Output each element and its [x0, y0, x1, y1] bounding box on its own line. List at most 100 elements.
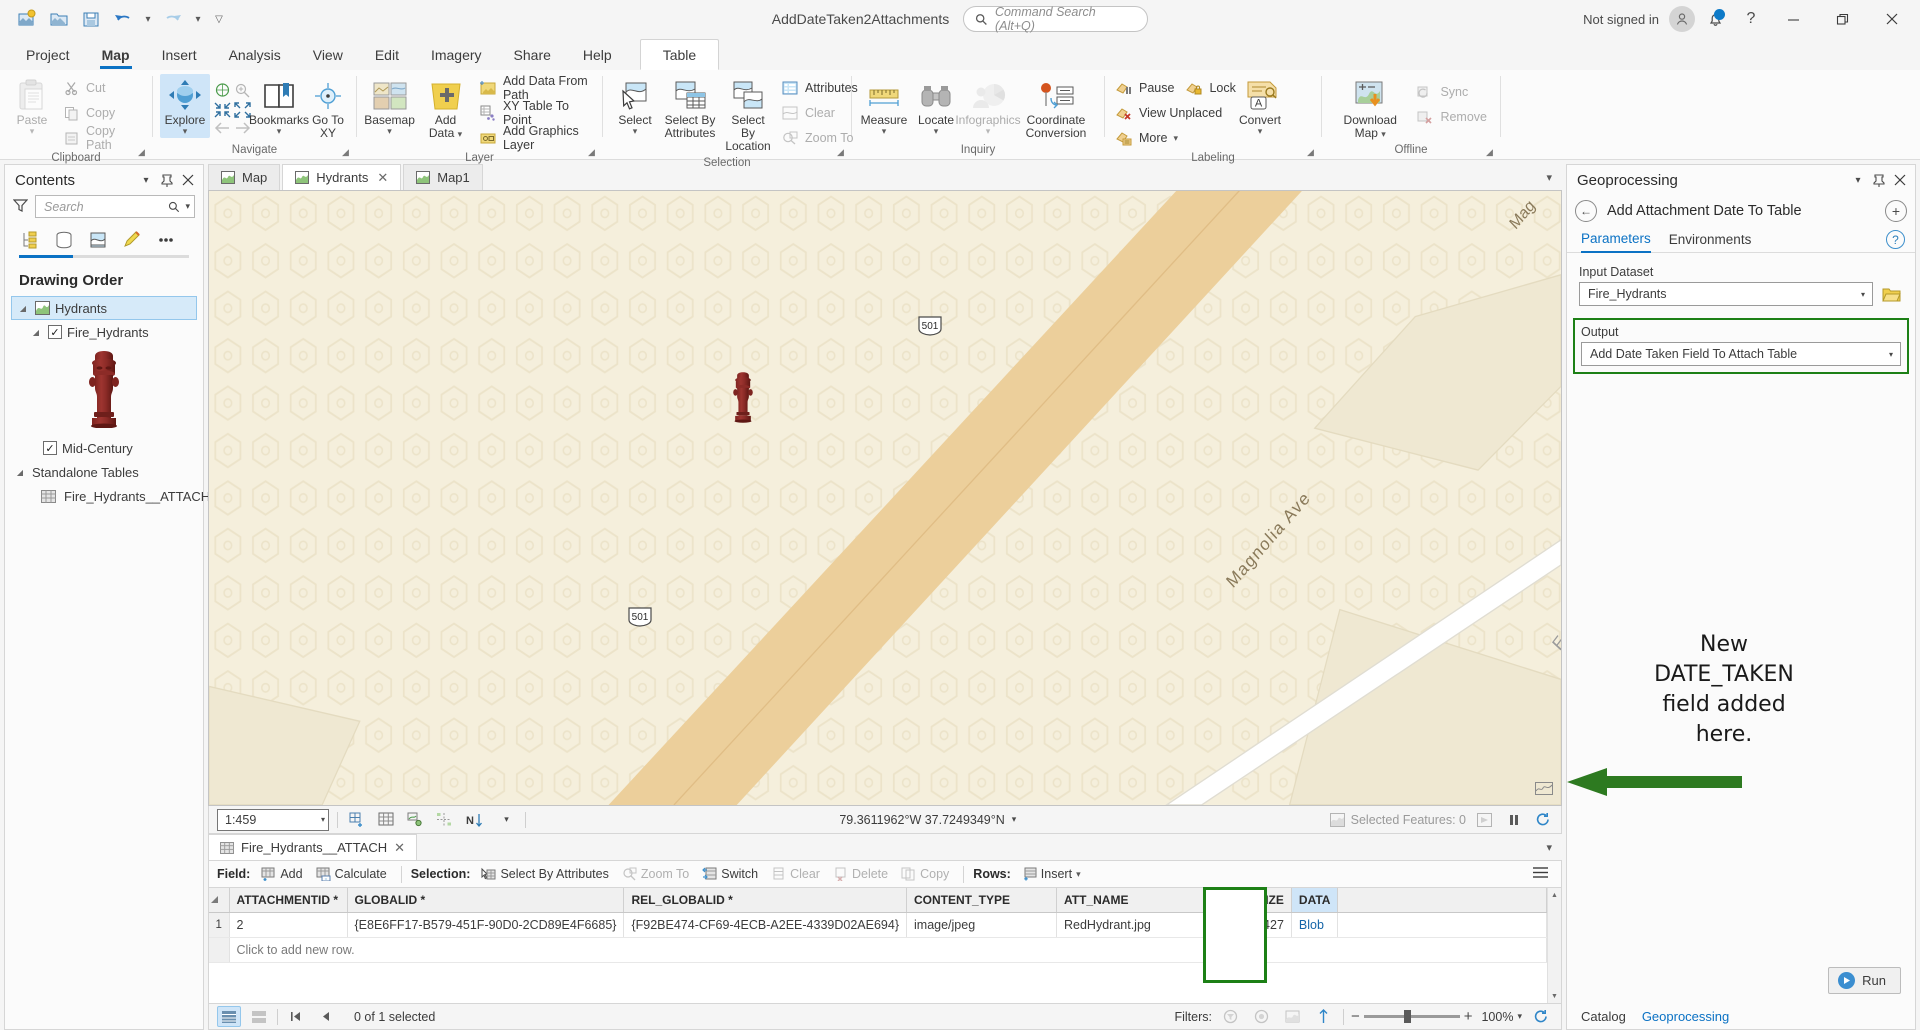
- contents-search-input[interactable]: Search ▾: [35, 195, 195, 218]
- explore-button[interactable]: Explore ▾: [160, 74, 210, 138]
- copy-path-button[interactable]: Copy Path: [59, 124, 145, 152]
- expander-icon[interactable]: [29, 328, 43, 337]
- map-scale-combo[interactable]: 1:459 ▾: [217, 808, 329, 831]
- zoom-dropdown-icon[interactable]: ▾: [1517, 1011, 1522, 1022]
- back-icon[interactable]: ←: [1575, 200, 1597, 222]
- ribbon-tab-share[interactable]: Share: [498, 40, 567, 70]
- ribbon-tab-view[interactable]: View: [297, 40, 359, 70]
- zoom-slider-thumb[interactable]: [1403, 1010, 1411, 1023]
- view-tab-hydrants[interactable]: Hydrants ✕: [282, 164, 402, 190]
- output-combo[interactable]: Add Date Taken Field To Attach Table ▾: [1581, 342, 1901, 366]
- geoprocessing-menu-icon[interactable]: ▾: [1849, 171, 1867, 189]
- related-view-mode-icon[interactable]: [247, 1006, 271, 1027]
- bookmarks-button[interactable]: Bookmarks ▾: [249, 74, 309, 138]
- previous-extent-icon[interactable]: [212, 120, 232, 136]
- attributes-button[interactable]: Attributes: [778, 76, 864, 100]
- column-header-new-field[interactable]: [1337, 888, 1547, 913]
- view-tab-map[interactable]: Map: [208, 164, 281, 190]
- open-project-icon[interactable]: [44, 5, 74, 33]
- list-by-drawing-order-icon[interactable]: [15, 227, 45, 253]
- column-header-content-type[interactable]: CONTENT_TYPE: [906, 888, 1057, 913]
- insert-row-button[interactable]: Insert ▾: [1017, 865, 1086, 883]
- switch-selection-button[interactable]: Switch: [697, 865, 763, 883]
- sync-button[interactable]: Sync: [1413, 80, 1493, 104]
- geoprocessing-close-icon[interactable]: [1891, 171, 1909, 189]
- download-map-button[interactable]: Download Map ▾: [1329, 74, 1411, 142]
- measure-button[interactable]: Measure ▾: [859, 74, 909, 138]
- notifications-bell-icon[interactable]: [1699, 4, 1731, 34]
- infographics-button[interactable]: Infographics ▾: [955, 74, 1021, 138]
- hydrant-feature-symbol[interactable]: [728, 371, 758, 426]
- table-tab-fire-hydrants-attach[interactable]: Fire_Hydrants__ATTACH ✕: [208, 834, 418, 860]
- select-caret-icon[interactable]: ▾: [633, 127, 638, 136]
- clear-selection-table-button[interactable]: Clear: [766, 865, 825, 883]
- add-new-row[interactable]: Click to add new row.: [209, 937, 1547, 963]
- remove-offline-button[interactable]: Remove: [1413, 105, 1493, 129]
- previous-record-icon[interactable]: [314, 1006, 338, 1027]
- command-search-input[interactable]: Command Search (Alt+Q): [963, 5, 1149, 33]
- redo-dropdown-icon[interactable]: ▾: [190, 5, 206, 33]
- ribbon-tab-edit[interactable]: Edit: [359, 40, 415, 70]
- row-header-corner[interactable]: [209, 888, 230, 913]
- contents-menu-icon[interactable]: ▾: [137, 171, 155, 189]
- table-select-by-attributes-button[interactable]: Select By Attributes: [476, 865, 613, 883]
- scroll-down-icon[interactable]: ▼: [1551, 989, 1558, 1003]
- cell-rel-globalid[interactable]: {F92BE474-CF69-4ECB-A2EE-4339D02AE694}: [623, 912, 907, 938]
- cell-att-name[interactable]: RedHydrant.jpg: [1056, 912, 1212, 938]
- undo-dropdown-icon[interactable]: ▾: [140, 5, 156, 33]
- run-button[interactable]: Run: [1828, 966, 1901, 994]
- restore-button[interactable]: [1820, 0, 1865, 38]
- download-map-caret-icon[interactable]: ▾: [1381, 129, 1386, 139]
- paste-button[interactable]: Paste ▾: [7, 74, 57, 138]
- basemap-caret-icon[interactable]: ▾: [387, 127, 392, 136]
- cell-globalid[interactable]: {E8E6FF17-B579-451F-90D0-2CD89E4F6685}: [347, 912, 625, 938]
- full-extent-icon[interactable]: [212, 80, 232, 100]
- add-data-from-path-button[interactable]: Add Data From Path: [476, 74, 595, 102]
- toc-item-hydrants[interactable]: Hydrants: [11, 296, 197, 320]
- save-project-icon[interactable]: [76, 5, 106, 33]
- add-data-button[interactable]: Add Data ▾: [417, 74, 474, 142]
- help-icon[interactable]: ?: [1886, 230, 1905, 249]
- table-zoom-to-button[interactable]: Zoom To: [617, 865, 694, 883]
- map-canvas[interactable]: Magnolia Ave E 12th St Mag 501 501: [208, 190, 1562, 806]
- help-icon[interactable]: ?: [1735, 4, 1767, 34]
- ribbon-tab-table-contextual[interactable]: Table: [639, 39, 720, 70]
- column-header-data[interactable]: DATA: [1291, 888, 1339, 913]
- new-project-icon[interactable]: [12, 5, 42, 33]
- dock-tab-geoprocessing[interactable]: Geoprocessing: [1642, 1009, 1729, 1024]
- coordinates-dropdown-icon[interactable]: ▾: [1012, 814, 1017, 825]
- sign-in-status[interactable]: Not signed in: [1583, 12, 1659, 27]
- north-arrow-icon[interactable]: N: [462, 809, 488, 831]
- add-tool-icon[interactable]: +: [1885, 200, 1907, 222]
- cell-data-blob[interactable]: Blob: [1291, 912, 1339, 938]
- row-number[interactable]: 1: [209, 912, 230, 938]
- chevron-down-icon[interactable]: ▾: [1886, 350, 1896, 359]
- table-options-menu-icon[interactable]: [1528, 866, 1553, 882]
- close-icon[interactable]: ✕: [377, 170, 388, 186]
- add-data-caret-icon[interactable]: ▾: [458, 129, 463, 139]
- view-unplaced-button[interactable]: View Unplaced: [1112, 101, 1232, 125]
- contents-pin-icon[interactable]: [158, 171, 176, 189]
- view-tabs-overflow-icon[interactable]: ▾: [1546, 171, 1562, 184]
- offline-dialog-launcher[interactable]: ◢: [1483, 146, 1496, 159]
- basemap-button[interactable]: Basemap ▾: [364, 74, 415, 138]
- filter-all-icon[interactable]: [1219, 1006, 1243, 1027]
- column-header-rel-globalid[interactable]: REL_GLOBALID *: [623, 888, 907, 913]
- map-attribution-icon[interactable]: [1535, 780, 1553, 799]
- clipboard-dialog-launcher[interactable]: ◢: [135, 146, 148, 159]
- add-grid-icon[interactable]: [346, 809, 367, 831]
- filter-funnel-icon[interactable]: [12, 198, 29, 216]
- filter-selected-icon[interactable]: [1250, 1006, 1274, 1027]
- ribbon-tab-project[interactable]: Project: [10, 40, 86, 70]
- zoom-to-selection-button[interactable]: Zoom To: [778, 126, 864, 150]
- scale-dropdown-icon[interactable]: ▾: [321, 815, 325, 824]
- labeling-dialog-launcher[interactable]: ◢: [1304, 146, 1317, 159]
- list-by-editing-icon[interactable]: [117, 227, 147, 253]
- go-to-xy-button[interactable]: Go To XY: [306, 74, 350, 142]
- close-icon[interactable]: ✕: [394, 840, 405, 856]
- cell-new-field[interactable]: [1337, 912, 1547, 938]
- minimize-button[interactable]: [1771, 0, 1816, 38]
- toc-item-standalone-tables[interactable]: Standalone Tables: [9, 460, 199, 484]
- column-header-globalid[interactable]: GLOBALID *: [347, 888, 625, 913]
- list-by-selection-icon[interactable]: [83, 227, 113, 253]
